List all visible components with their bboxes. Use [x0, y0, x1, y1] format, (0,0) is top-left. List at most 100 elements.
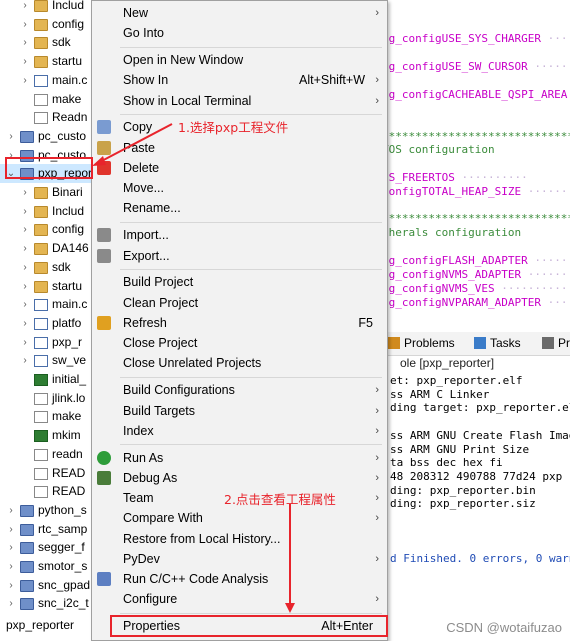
chevron-right-icon[interactable]: ›	[6, 576, 16, 595]
menu-item-show-in-local-terminal[interactable]: Show in Local Terminal ›	[92, 91, 387, 111]
menu-item-run-c-c-code-analysis[interactable]: Run C/C++ Code Analysis	[92, 569, 387, 589]
chevron-right-icon[interactable]: ›	[6, 538, 16, 557]
chevron-right-icon[interactable]: ›	[6, 520, 16, 539]
project-icon	[20, 523, 34, 536]
menu-item-restore-from-local-history[interactable]: Restore from Local History...	[92, 529, 387, 549]
chevron-right-icon[interactable]: ›	[20, 220, 30, 239]
tree-item[interactable]: › smotor_s	[0, 557, 100, 576]
menu-item-build-targets[interactable]: Build Targets ›	[92, 401, 387, 421]
tree-item-label: READ	[52, 465, 86, 480]
tree-item[interactable]: › Includ	[0, 0, 100, 15]
menu-item-debug-as[interactable]: Debug As ›	[92, 468, 387, 488]
tree-item-label: startu	[52, 54, 83, 69]
chevron-right-icon[interactable]: ›	[20, 183, 30, 202]
tree-item[interactable]: readn	[0, 445, 100, 464]
tree-item[interactable]: › Includ	[0, 202, 100, 221]
tree-item[interactable]: › segger_f	[0, 538, 100, 557]
tree-item[interactable]: › config	[0, 15, 100, 34]
console-title: ole [pxp_reporter]	[400, 356, 495, 370]
chevron-right-icon[interactable]: ›	[20, 202, 30, 221]
tree-item[interactable]: › platfo	[0, 314, 100, 333]
tree-item[interactable]: › snc_gpad	[0, 576, 100, 595]
console-output[interactable]: et: pxp_reporter.elf ss ARM C Linker ding …	[378, 374, 570, 634]
submenu-arrow-icon: ›	[375, 424, 379, 437]
tree-item[interactable]: › sw_ve	[0, 351, 100, 370]
tree-item[interactable]: mkim	[0, 426, 100, 445]
tree-item[interactable]: › config	[0, 220, 100, 239]
tree-item[interactable]: › startu	[0, 52, 100, 71]
tree-item[interactable]: › startu	[0, 277, 100, 296]
menu-item-index[interactable]: Index ›	[92, 421, 387, 441]
tree-item[interactable]: › pxp_r	[0, 333, 100, 352]
menu-item-delete[interactable]: Delete	[92, 158, 387, 178]
menu-item-clean-project[interactable]: Clean Project	[92, 293, 387, 313]
tree-item[interactable]: › pc_custo	[0, 127, 100, 146]
code-line: dg_configCACHEABLE_QSPI_AREA ··········	[382, 88, 570, 101]
chevron-right-icon[interactable]: ›	[20, 295, 30, 314]
tab-problems[interactable]: Problems	[388, 336, 455, 350]
chevron-right-icon[interactable]: ›	[20, 333, 30, 352]
chevron-right-icon[interactable]: ›	[20, 277, 30, 296]
menu-item-compare-with[interactable]: Compare With ›	[92, 508, 387, 528]
chevron-right-icon[interactable]: ›	[20, 52, 30, 71]
code-line: dg_configUSE_SYS_CHARGER ··········	[382, 32, 570, 45]
tree-item[interactable]: make	[0, 90, 100, 109]
tree-item[interactable]: READ	[0, 482, 100, 501]
chevron-right-icon[interactable]: ›	[6, 557, 16, 576]
chevron-right-icon[interactable]: ›	[20, 314, 30, 333]
tree-item[interactable]: › sdk	[0, 33, 100, 52]
chevron-right-icon[interactable]: ›	[20, 71, 30, 90]
chevron-right-icon[interactable]: ›	[20, 351, 30, 370]
menu-item-build-project[interactable]: Build Project	[92, 272, 387, 292]
tree-item[interactable]: initial_	[0, 370, 100, 389]
menu-item-export[interactable]: Export...	[92, 246, 387, 266]
menu-item-build-configurations[interactable]: Build Configurations ›	[92, 380, 387, 400]
menu-item-configure[interactable]: Configure ›	[92, 589, 387, 609]
tree-item[interactable]: › main.c	[0, 71, 100, 90]
menu-item-close-project[interactable]: Close Project	[92, 333, 387, 353]
menu-item-move[interactable]: Move...	[92, 178, 387, 198]
tree-item[interactable]: › main.c	[0, 295, 100, 314]
macro-name: dg_configFLASH_ADAPTER	[382, 254, 528, 267]
tree-item-label: pxp_r	[52, 334, 83, 349]
code-editor[interactable]: ******************************* *********…	[378, 0, 570, 330]
macro-name: dg_configNVMS_ADAPTER	[382, 268, 522, 281]
chevron-right-icon[interactable]: ›	[20, 0, 30, 15]
menu-item-import[interactable]: Import...	[92, 225, 387, 245]
chevron-right-icon[interactable]: ›	[6, 127, 16, 146]
tab-label: Prop	[558, 336, 570, 350]
tree-item[interactable]: › rtc_samp	[0, 520, 100, 539]
tree-item[interactable]: › Binari	[0, 183, 100, 202]
chevron-right-icon[interactable]: ›	[6, 501, 16, 520]
menu-item-new[interactable]: New ›	[92, 3, 387, 23]
menu-item-go-into[interactable]: Go Into	[92, 23, 387, 43]
tab-tasks[interactable]: Tasks	[474, 336, 521, 350]
tree-item-label: snc_i2c_t	[38, 596, 89, 611]
tree-item[interactable]: › python_s	[0, 501, 100, 520]
console-line: 48 208312 490788 77d24 pxp	[390, 469, 563, 483]
tree-item[interactable]: › DA146	[0, 239, 100, 258]
chevron-right-icon[interactable]: ›	[20, 15, 30, 34]
menu-item-show-in[interactable]: Show In Alt+Shift+W ›	[92, 70, 387, 90]
menu-item-run-as[interactable]: Run As ›	[92, 448, 387, 468]
menu-item-paste[interactable]: Paste	[92, 138, 387, 158]
tree-item[interactable]: Readn	[0, 108, 100, 127]
menu-item-refresh[interactable]: Refresh F5	[92, 313, 387, 333]
tree-item[interactable]: › sdk	[0, 258, 100, 277]
tree-item[interactable]: READ	[0, 464, 100, 483]
tree-item[interactable]: jlink.lo	[0, 389, 100, 408]
menu-item-close-unrelated-projects[interactable]: Close Unrelated Projects	[92, 353, 387, 373]
menu-item-open-in-new-window[interactable]: Open in New Window	[92, 50, 387, 70]
chevron-right-icon[interactable]: ›	[20, 33, 30, 52]
tab-prop[interactable]: Prop	[542, 336, 570, 350]
submenu-arrow-icon: ›	[375, 94, 379, 107]
tree-item[interactable]: › snc_i2c_t	[0, 594, 100, 613]
chevron-right-icon[interactable]: ›	[6, 594, 16, 613]
folder-icon	[34, 224, 48, 237]
menu-item-pydev[interactable]: PyDev ›	[92, 549, 387, 569]
chevron-right-icon[interactable]: ›	[20, 239, 30, 258]
chevron-right-icon[interactable]: ›	[20, 258, 30, 277]
tree-item-label: rtc_samp	[38, 521, 88, 536]
menu-item-rename[interactable]: Rename...	[92, 198, 387, 218]
tree-item[interactable]: make	[0, 407, 100, 426]
